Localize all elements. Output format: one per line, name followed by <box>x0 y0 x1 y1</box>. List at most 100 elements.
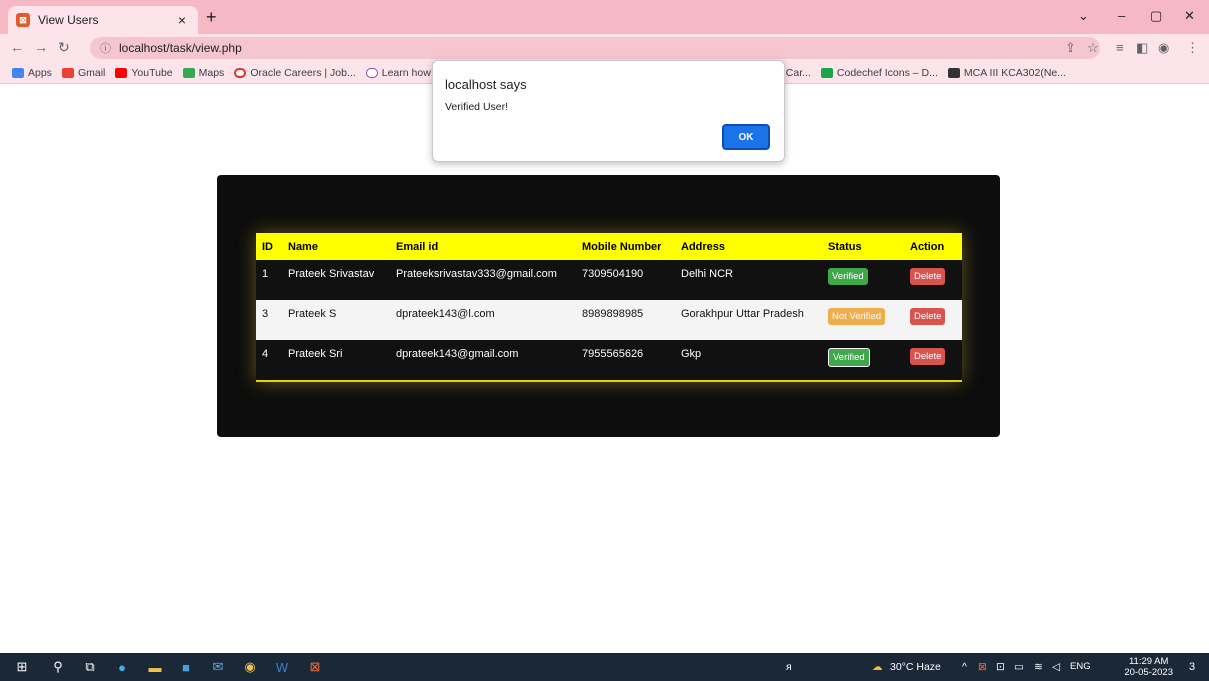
alert-dialog: localhost says Verified User! OK <box>432 60 785 162</box>
windows-start-icon[interactable]: ⊞ <box>14 659 30 675</box>
chrome-icon[interactable]: ◉ <box>242 659 258 675</box>
bookmark-star-icon[interactable]: ☆ <box>1087 40 1099 56</box>
table-row: 1 Prateek Srivastav Prateeksrivastav333@… <box>256 260 962 300</box>
tab-close-icon[interactable]: × <box>174 12 190 28</box>
bookmark-apps[interactable]: Apps <box>12 67 52 79</box>
bookmark-mca[interactable]: MCA III KCA302(Ne... <box>947 67 1066 79</box>
bookmark-careers[interactable]: Car... <box>786 67 811 79</box>
bookmark-youtube[interactable]: YouTube <box>115 67 173 79</box>
users-table: ID Name Email id Mobile Number Address S… <box>256 233 962 380</box>
learn-icon <box>365 67 378 78</box>
tab-strip: ⊠ View Users × + ⌄ – ▢ ✕ <box>0 0 1209 34</box>
cell-status: Verified <box>822 340 904 380</box>
forward-icon[interactable]: → <box>34 39 48 55</box>
cell-id: 1 <box>262 268 269 280</box>
address-bar[interactable]: ⓘ localhost/task/view.php <box>90 37 1100 59</box>
store-icon[interactable]: ■ <box>178 659 194 675</box>
new-tab-button[interactable]: + <box>206 8 217 26</box>
not-verified-badge[interactable]: Not Verified <box>828 308 886 325</box>
cell-mobile: 8989898985 <box>582 308 644 320</box>
cell-id: 3 <box>262 308 269 320</box>
delete-button[interactable]: Delete <box>910 348 946 365</box>
task-view-icon[interactable]: ⧉ <box>82 659 98 675</box>
bookmark-maps[interactable]: Maps <box>182 67 224 79</box>
users-table-container: ID Name Email id Mobile Number Address S… <box>256 233 962 382</box>
table-row: 3 Prateek S dprateek143@l.com 8989898985… <box>256 300 962 340</box>
cell-action: Delete <box>904 340 962 380</box>
maximize-button[interactable]: ▢ <box>1150 8 1162 24</box>
windows-taskbar: ⊞ ⚲ ⧉ ● ▬ ■ ✉ ◉ W ⊠ ᴙ ☁ 30°C Haze ^ ⊠ ⊡ … <box>0 653 1209 681</box>
cell-address: Gorakhpur Uttar Pradesh <box>681 308 804 320</box>
dialog-message: Verified User! <box>445 101 509 113</box>
notification-count: 3 <box>1188 661 1196 673</box>
bookmark-codechef[interactable]: Codechef Icons – D... <box>820 67 938 79</box>
clock[interactable]: 11:29 AM 20-05-2023 <box>1124 656 1173 678</box>
people-icon[interactable]: ᴙ <box>786 661 792 673</box>
cell-name: Prateek S <box>288 308 337 320</box>
side-panel-icon[interactable]: ◧ <box>1136 40 1148 56</box>
bookmark-gmail[interactable]: Gmail <box>61 67 105 79</box>
cell-status: Not Verified <box>822 300 904 340</box>
back-icon[interactable]: ← <box>10 39 24 55</box>
cell-name: Prateek Srivastav <box>288 268 375 280</box>
apps-grid-icon <box>12 67 24 78</box>
tray-overflow-icon[interactable]: ^ <box>962 661 967 673</box>
word-icon[interactable]: W <box>274 659 290 675</box>
header-address: Address <box>681 240 726 253</box>
bookmark-oracle[interactable]: Oracle Careers | Job... <box>234 67 356 79</box>
volume-icon[interactable]: ◁ <box>1052 661 1060 673</box>
header-status: Status <box>828 240 862 253</box>
ok-button[interactable]: OK <box>722 124 770 150</box>
cell-mobile: 7955565626 <box>582 348 644 360</box>
notification-center-icon[interactable]: 3 <box>1184 659 1200 675</box>
language-indicator[interactable]: ENG <box>1070 661 1091 672</box>
delete-button[interactable]: Delete <box>910 308 946 325</box>
maps-icon <box>182 67 195 78</box>
youtube-icon <box>115 67 128 78</box>
weather-icon: ☁ <box>872 661 883 673</box>
gmail-icon <box>61 67 74 78</box>
xampp-favicon-icon: ⊠ <box>16 13 30 27</box>
reading-list-icon[interactable]: ≡ <box>1116 40 1124 55</box>
cell-email: Prateeksrivastav333@gmail.com <box>396 268 557 280</box>
cell-address: Delhi NCR <box>681 268 733 280</box>
cell-name: Prateek Sri <box>288 348 343 360</box>
close-window-button[interactable]: ✕ <box>1184 8 1195 24</box>
tab-view-users[interactable]: ⊠ View Users × <box>8 6 198 34</box>
tray-meet-icon[interactable]: ⊡ <box>996 661 1005 673</box>
xampp-icon[interactable]: ⊠ <box>307 659 323 675</box>
wifi-icon[interactable]: ≋ <box>1034 661 1043 673</box>
delete-button[interactable]: Delete <box>910 268 946 285</box>
weather-text[interactable]: 30°C Haze <box>890 661 941 673</box>
verified-badge[interactable]: Verified <box>828 348 870 367</box>
verified-badge[interactable]: Verified <box>828 268 868 285</box>
menu-kebab-icon[interactable]: ⋮ <box>1186 40 1199 56</box>
minimize-button[interactable]: – <box>1118 8 1125 23</box>
bookmark-learn-how[interactable]: Learn how <box>365 67 431 79</box>
file-explorer-icon[interactable]: ▬ <box>147 659 163 675</box>
search-icon[interactable]: ⚲ <box>50 659 66 675</box>
edge-icon[interactable]: ● <box>114 659 130 675</box>
header-name: Name <box>288 240 318 253</box>
profile-avatar-icon[interactable]: ◉ <box>1158 40 1169 56</box>
tab-search-icon[interactable]: ⌄ <box>1078 8 1089 24</box>
cell-address: Gkp <box>681 348 702 360</box>
cell-status: Verified <box>822 260 904 300</box>
info-icon[interactable]: ⓘ <box>100 40 111 56</box>
reload-icon[interactable]: ↻ <box>58 39 70 56</box>
cell-action: Delete <box>904 260 962 300</box>
cell-email: dprateek143@l.com <box>396 308 495 320</box>
tray-xampp-icon[interactable]: ⊠ <box>978 661 987 673</box>
battery-icon[interactable]: ▭ <box>1014 661 1024 673</box>
tab-title: View Users <box>38 13 99 27</box>
clock-date: 20-05-2023 <box>1124 667 1173 678</box>
cell-mobile: 7309504190 <box>582 268 644 280</box>
codechef-icon <box>820 67 833 78</box>
mail-icon[interactable]: ✉ <box>210 659 226 675</box>
cell-email: dprateek143@gmail.com <box>396 348 519 360</box>
header-email: Email id <box>396 240 439 253</box>
header-id: ID <box>262 240 273 253</box>
header-action: Action <box>910 240 945 253</box>
share-icon[interactable]: ⇪ <box>1065 40 1076 56</box>
mca-icon <box>947 67 960 78</box>
